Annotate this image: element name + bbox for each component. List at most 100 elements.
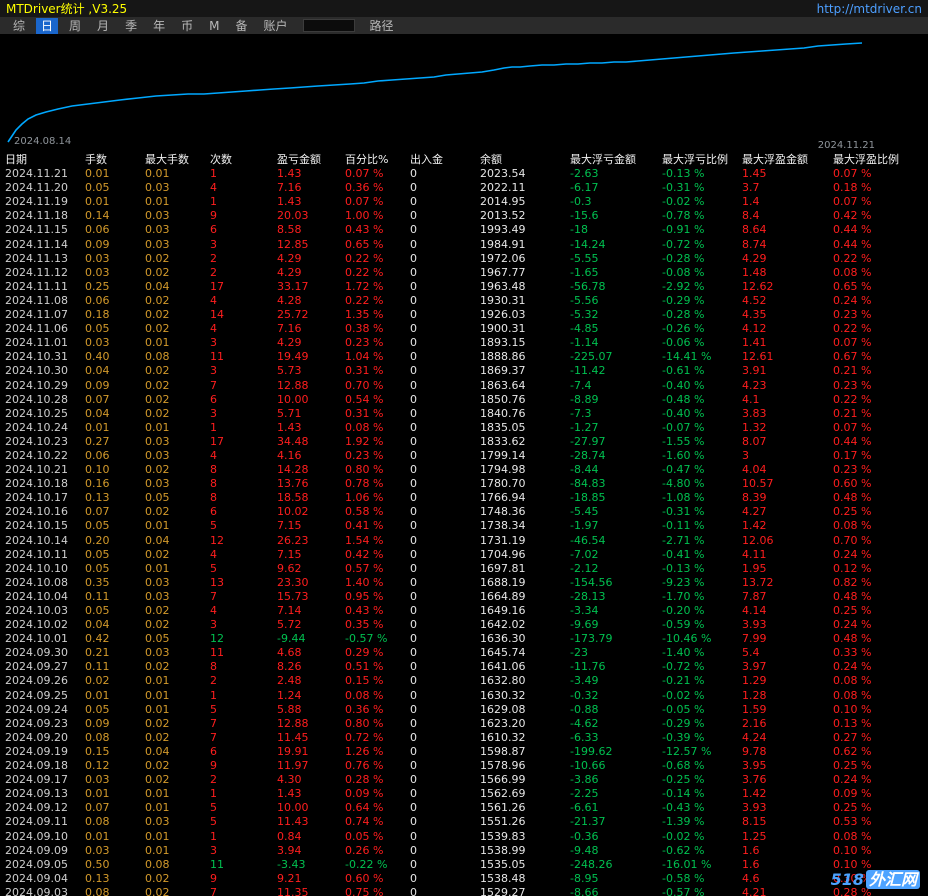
cell-pnl: 9.21 [277, 871, 302, 885]
cell-pnl-pct: 0.08 % [345, 688, 384, 702]
cell-max-float-loss-pct: -9.23 % [662, 575, 705, 589]
cell-pnl-pct: 0.65 % [345, 237, 384, 251]
cell-pnl-pct: 0.35 % [345, 618, 384, 632]
table-body[interactable]: 2024.11.21 0.01 0.01 1 1.43 0.07 % 0 2023.54 -2.… [5, 167, 928, 896]
cell-max-float-profit-pct: 0.62 % [833, 744, 872, 758]
cell-date: 2024.10.14 [5, 533, 68, 547]
cell-lots: 0.05 [85, 604, 110, 617]
cell-max-float-profit: 4.29 [742, 251, 767, 265]
website-link[interactable]: http://mtdriver.cn [817, 2, 922, 16]
menu-item-week[interactable]: 周 [64, 18, 86, 34]
table-row: 2024.10.22 0.06 0.03 4 4.16 0.23 % 0 1799.14 -28… [5, 449, 928, 463]
cell-lots: 0.11 [85, 660, 110, 674]
menu-item-year[interactable]: 年 [148, 18, 170, 34]
watermark-suffix: 外汇网 [865, 870, 920, 889]
cell-max-float-profit: 4.14 [742, 604, 767, 617]
cell-balance: 1869.37 [480, 364, 526, 378]
table-row: 2024.10.14 0.20 0.04 12 26.23 1.54 % 0 1731.19 -… [5, 534, 928, 548]
cell-max-float-loss-pct: -0.08 % [662, 265, 705, 279]
cell-pnl-pct: 0.31 % [345, 406, 384, 420]
menu-item-currency[interactable]: 币 [176, 18, 198, 34]
table-row: 2024.09.25 0.01 0.01 1 1.24 0.08 % 0 1630.32 -0.… [5, 689, 928, 703]
cell-max-float-loss: -18.85 [570, 491, 606, 505]
cell-count: 3 [210, 336, 217, 350]
menu-item-quarter[interactable]: 季 [120, 18, 142, 34]
cell-max-float-profit: 4.04 [742, 463, 767, 477]
cell-pnl: 4.29 [277, 251, 302, 265]
table-row: 2024.10.25 0.04 0.02 3 5.71 0.31 % 0 1840.76 -7.… [5, 407, 928, 421]
cell-max-float-loss-pct: -1.40 % [662, 646, 705, 660]
cell-max-float-loss: -5.32 [570, 308, 599, 322]
menu-item-backup[interactable]: 备 [230, 18, 252, 34]
cell-pnl-pct: 0.36 % [345, 181, 384, 195]
menu-item-account[interactable]: 账户 [258, 18, 292, 34]
cell-date: 2024.10.11 [5, 547, 68, 561]
cell-max-float-loss: -3.86 [570, 773, 599, 787]
cell-pnl: -3.43 [277, 857, 306, 871]
cell-max-lots: 0.02 [145, 406, 170, 420]
cell-pnl-pct: 0.09 % [345, 787, 384, 801]
cell-balance: 1972.06 [480, 251, 526, 265]
cell-count: 3 [210, 237, 217, 251]
cell-count: 1 [210, 167, 217, 181]
cell-balance: 1697.81 [480, 561, 526, 575]
cell-lots: 0.07 [85, 392, 110, 406]
cell-count: 1 [210, 195, 217, 209]
cell-max-float-profit-pct: 0.67 % [833, 350, 872, 364]
cell-pnl-pct: 0.28 % [345, 773, 384, 787]
cell-max-lots: 0.01 [145, 801, 170, 815]
cell-deposit: 0 [410, 336, 417, 350]
cell-max-lots: 0.01 [145, 843, 170, 857]
column-header-max-float-loss-pct: 最大浮亏比例 [662, 153, 728, 166]
cell-count: 7 [210, 730, 217, 744]
cell-pnl: 18.58 [277, 491, 309, 505]
cell-balance: 1840.76 [480, 406, 526, 420]
cell-date: 2024.11.14 [5, 237, 68, 251]
cell-max-float-profit: 1.41 [742, 336, 767, 350]
cell-max-float-loss: -2.12 [570, 561, 599, 575]
cell-max-float-loss-pct: -0.05 % [662, 702, 705, 716]
menu-item-composite[interactable]: 综 [8, 18, 30, 34]
cell-max-float-profit: 1.25 [742, 829, 767, 843]
cell-pnl-pct: 0.43 % [345, 223, 384, 237]
menu-item-m[interactable]: M [204, 18, 224, 34]
cell-max-lots: 0.02 [145, 871, 170, 885]
cell-count: 1 [210, 829, 217, 843]
cell-count: 7 [210, 378, 217, 392]
menu-item-month[interactable]: 月 [92, 18, 114, 34]
cell-pnl-pct: 0.22 % [345, 265, 384, 279]
cell-max-lots: 0.02 [145, 378, 170, 392]
cell-max-lots: 0.08 [145, 350, 170, 364]
cell-lots: 0.05 [85, 181, 110, 195]
cell-max-float-loss-pct: -14.41 % [662, 350, 712, 364]
cell-count: 9 [210, 209, 217, 223]
menu-item-path[interactable]: 路径 [365, 18, 399, 34]
cell-pnl-pct: 0.60 % [345, 871, 384, 885]
cell-max-float-loss: -5.55 [570, 251, 599, 265]
cell-max-float-loss-pct: -4.80 % [662, 477, 705, 491]
cell-max-lots: 0.03 [145, 209, 170, 223]
cell-balance: 1738.34 [480, 519, 526, 533]
cell-deposit: 0 [410, 477, 417, 491]
cell-max-lots: 0.02 [145, 308, 170, 322]
daily-stats-table: 日期 手数 最大手数 次数 盈亏金额 百分比% 出入金 余额 最大浮亏金额 最大浮亏比例 最大浮盈金… [0, 153, 928, 896]
account-input[interactable] [302, 19, 355, 32]
table-row: 2024.09.12 0.07 0.01 5 10.00 0.64 % 0 1561.26 -6… [5, 801, 928, 815]
cell-lots: 0.01 [85, 195, 110, 209]
cell-pnl-pct: 0.07 % [345, 167, 384, 181]
cell-max-float-loss-pct: -0.11 % [662, 519, 705, 533]
cell-balance: 1632.80 [480, 674, 526, 688]
cell-pnl: 23.30 [277, 575, 309, 589]
cell-max-float-loss-pct: -1.39 % [662, 815, 705, 829]
table-row: 2024.11.12 0.03 0.02 2 4.29 0.22 % 0 1967.77 -1.… [5, 266, 928, 280]
cell-date: 2024.11.20 [5, 181, 68, 195]
column-header-count: 次数 [210, 153, 232, 166]
cell-max-float-profit: 4.21 [742, 885, 767, 896]
cell-pnl-pct: 0.51 % [345, 660, 384, 674]
menu-item-day[interactable]: 日 [36, 17, 59, 34]
cell-date: 2024.10.08 [5, 575, 68, 589]
cell-max-lots: 0.05 [145, 632, 170, 646]
cell-max-lots: 0.03 [145, 237, 170, 251]
cell-count: 4 [210, 547, 217, 561]
cell-date: 2024.10.03 [5, 604, 68, 617]
